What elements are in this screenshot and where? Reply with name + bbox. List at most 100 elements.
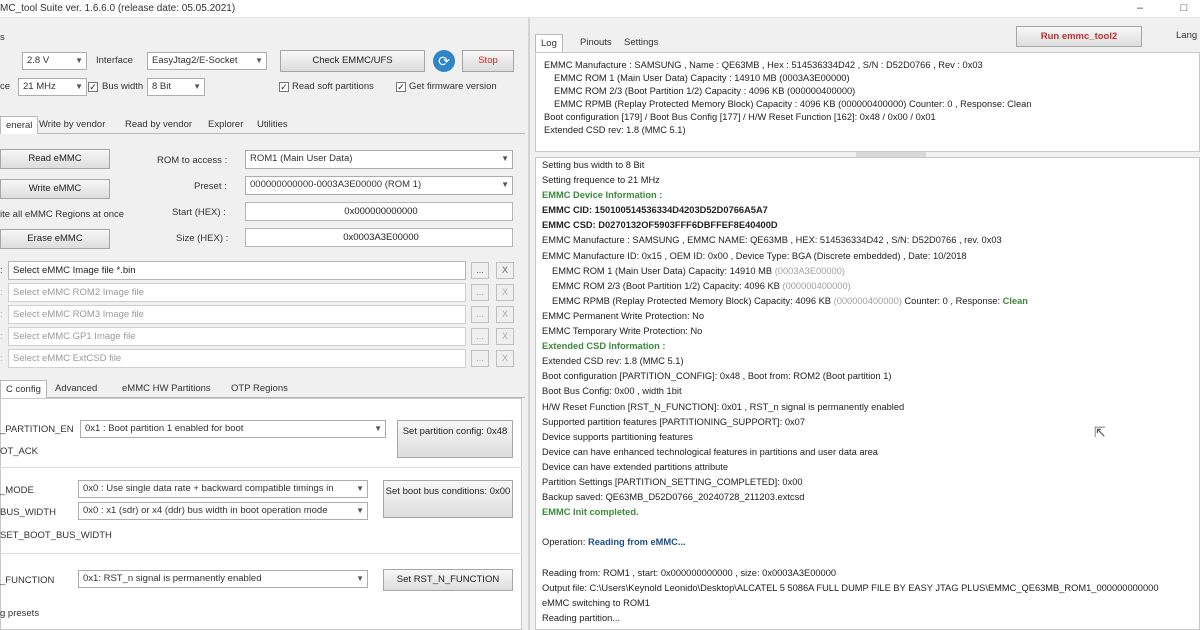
preset-value: 000000000000-0003A3E00000 (ROM 1)	[250, 179, 422, 190]
preset-label: Preset :	[194, 181, 227, 192]
log-text: EMMC ROM 1 (Main User Data) Capacity: 14…	[552, 265, 773, 276]
language-label[interactable]: Lang	[1176, 30, 1197, 41]
log-line: EMMC Temporary Write Protection: No	[542, 326, 703, 337]
boot-mode-select[interactable]: 0x0 : Use single data rate + backward co…	[78, 480, 368, 498]
interface-select[interactable]: EasyJtag2/E-Socket ▼	[147, 52, 267, 70]
log-line: Device supports partitioning features	[542, 431, 693, 442]
get-firmware-checkbox[interactable]: ✓	[396, 82, 406, 92]
divider	[0, 553, 522, 554]
browse-button[interactable]: ...	[471, 350, 489, 367]
rom-label: ROM to access :	[157, 155, 228, 166]
read-soft-partitions-checkbox[interactable]: ✓	[279, 82, 289, 92]
browse-button[interactable]: ...	[471, 328, 489, 345]
main-tabs: eneral Write by vendor Read by vendor Ex…	[0, 116, 525, 134]
log-line: Operation: Reading from eMMC...	[542, 535, 1159, 550]
frequency-select[interactable]: 21 MHz ▼	[18, 78, 87, 96]
tab-general[interactable]: eneral	[0, 116, 39, 134]
log-text: (000000400000)	[833, 295, 902, 306]
tab-config[interactable]: C config	[0, 380, 47, 398]
vertical-splitter[interactable]	[528, 18, 530, 630]
rom-select[interactable]: ROM1 (Main User Data) ▼	[245, 150, 513, 169]
log-text: Clean	[1002, 295, 1028, 306]
tab-utilities[interactable]: Utilities	[252, 116, 293, 133]
chevron-down-icon: ▼	[501, 180, 509, 189]
rst-function-label: _FUNCTION	[0, 575, 55, 586]
preset-select[interactable]: 000000000000-0003A3E00000 (ROM 1) ▼	[245, 176, 513, 195]
partition-config-select[interactable]: 0x1 : Boot partition 1 enabled for boot ▼	[80, 420, 386, 438]
chevron-down-icon: ▼	[75, 56, 83, 65]
boot-bus-width-label: BUS_WIDTH	[0, 507, 56, 518]
run-emmc-tool-button[interactable]: Run emmc_tool2	[1016, 26, 1142, 47]
cursor-icon: ⇱	[1094, 424, 1106, 440]
chevron-down-icon: ▼	[255, 56, 263, 65]
section-label: s	[0, 32, 5, 43]
close-icon[interactable]: X	[496, 262, 514, 279]
browse-button[interactable]: ...	[471, 262, 489, 279]
minimize-icon[interactable]: –	[1132, 1, 1148, 15]
extcsd-file-input[interactable]: Select eMMC ExtCSD file	[8, 349, 466, 368]
tab-log[interactable]: Log	[535, 34, 563, 52]
log-line: Output file: C:\Users\Keynold Leonido\De…	[542, 582, 1159, 593]
read-emmc-button[interactable]: Read eMMC	[0, 149, 110, 169]
log-line: EMMC Manufacture ID: 0x15 , OEM ID: 0x00…	[542, 250, 967, 261]
rom3-image-input[interactable]: Select eMMC ROM3 Image file	[8, 305, 466, 324]
tab-settings[interactable]: Settings	[619, 34, 663, 51]
tab-read-by-vendor[interactable]: Read by vendor	[120, 116, 197, 133]
rst-function-select[interactable]: 0x1: RST_n signal is permanently enabled…	[78, 570, 368, 588]
stop-button[interactable]: Stop	[462, 50, 514, 72]
browse-button[interactable]: ...	[471, 306, 489, 323]
log-line: Boot Bus Config: 0x00 , width 1bit	[542, 386, 682, 397]
tab-otp-regions[interactable]: OTP Regions	[226, 380, 293, 397]
check-emmc-button[interactable]: Check EMMC/UFS	[280, 50, 425, 72]
tab-explorer[interactable]: Explorer	[203, 116, 248, 133]
boot-bus-width-value: 0x0 : x1 (sdr) or x4 (ddr) bus width in …	[83, 505, 328, 516]
close-icon[interactable]: X	[496, 306, 514, 323]
voltage-select[interactable]: 2.8 V ▼	[22, 52, 87, 70]
close-icon[interactable]: X	[496, 328, 514, 345]
log-line: EMMC RPMB (Replay Protected Memory Block…	[542, 294, 1159, 309]
tab-hw-partitions[interactable]: eMMC HW Partitions	[117, 380, 216, 397]
set-partition-config-button[interactable]: Set partition config: 0x48	[397, 420, 513, 458]
log-line: EMMC CID: 150100514536334D4203D52D0766A5…	[542, 205, 768, 216]
set-rst-function-button[interactable]: Set RST_N_FUNCTION	[383, 569, 513, 591]
erase-emmc-button[interactable]: Erase eMMC	[0, 229, 110, 249]
window-title: MC_tool Suite ver. 1.6.6.0 (release date…	[0, 3, 236, 14]
start-label: Start (HEX) :	[172, 207, 226, 218]
reset-boot-bus-label: SET_BOOT_BUS_WIDTH	[0, 530, 112, 541]
write-emmc-button[interactable]: Write eMMC	[0, 179, 110, 199]
browse-button[interactable]: ...	[471, 284, 489, 301]
divider	[0, 467, 522, 468]
size-input[interactable]: 0x0003A3E00000	[245, 228, 513, 247]
log-heading: EMMC Init completed.	[542, 507, 639, 518]
log-line: EMMC Manufacture : SAMSUNG , EMMC NAME: …	[542, 235, 1002, 246]
boot-bus-width-select[interactable]: 0x0 : x1 (sdr) or x4 (ddr) bus width in …	[78, 502, 368, 520]
log-line: Reading from: ROM1 , start: 0x0000000000…	[542, 567, 837, 578]
rst-function-value: 0x1: RST_n signal is permanently enabled	[83, 573, 262, 584]
maximize-icon[interactable]: □	[1176, 1, 1192, 15]
chevron-down-icon: ▼	[356, 574, 364, 583]
rom2-image-input[interactable]: Select eMMC ROM2 Image file	[8, 283, 466, 302]
tab-advanced[interactable]: Advanced	[50, 380, 102, 397]
title-bar: MC_tool Suite ver. 1.6.6.0 (release date…	[0, 0, 1200, 18]
rom-value: ROM1 (Main User Data)	[250, 153, 353, 164]
close-icon[interactable]: X	[496, 350, 514, 367]
refresh-icon[interactable]: ⟳	[433, 50, 455, 72]
tab-pinouts[interactable]: Pinouts	[575, 34, 617, 51]
interface-value: EasyJtag2/E-Socket	[152, 55, 238, 66]
log-line: eMMC switching to ROM1	[542, 597, 650, 608]
gp1-image-input[interactable]: Select eMMC GP1 Image file	[8, 327, 466, 346]
frequency-checkbox[interactable]: ✓	[88, 82, 98, 92]
bus-width-select[interactable]: 8 Bit ▼	[147, 78, 205, 96]
chevron-down-icon: ▼	[193, 82, 201, 91]
interface-label: Interface	[96, 55, 133, 66]
tab-write-by-vendor[interactable]: Write by vendor	[34, 116, 110, 133]
emmc-image-input[interactable]: Select eMMC Image file *.bin	[8, 261, 466, 280]
start-input[interactable]: 0x000000000000	[245, 202, 513, 221]
chevron-down-icon: ▼	[501, 154, 509, 163]
log-line: Device can have extended partitions attr…	[542, 461, 729, 472]
set-boot-bus-button[interactable]: Set boot bus conditions: 0x00	[383, 480, 513, 518]
log-line: H/W Reset Function [RST_N_FUNCTION]: 0x0…	[542, 401, 905, 412]
close-icon[interactable]: X	[496, 284, 514, 301]
